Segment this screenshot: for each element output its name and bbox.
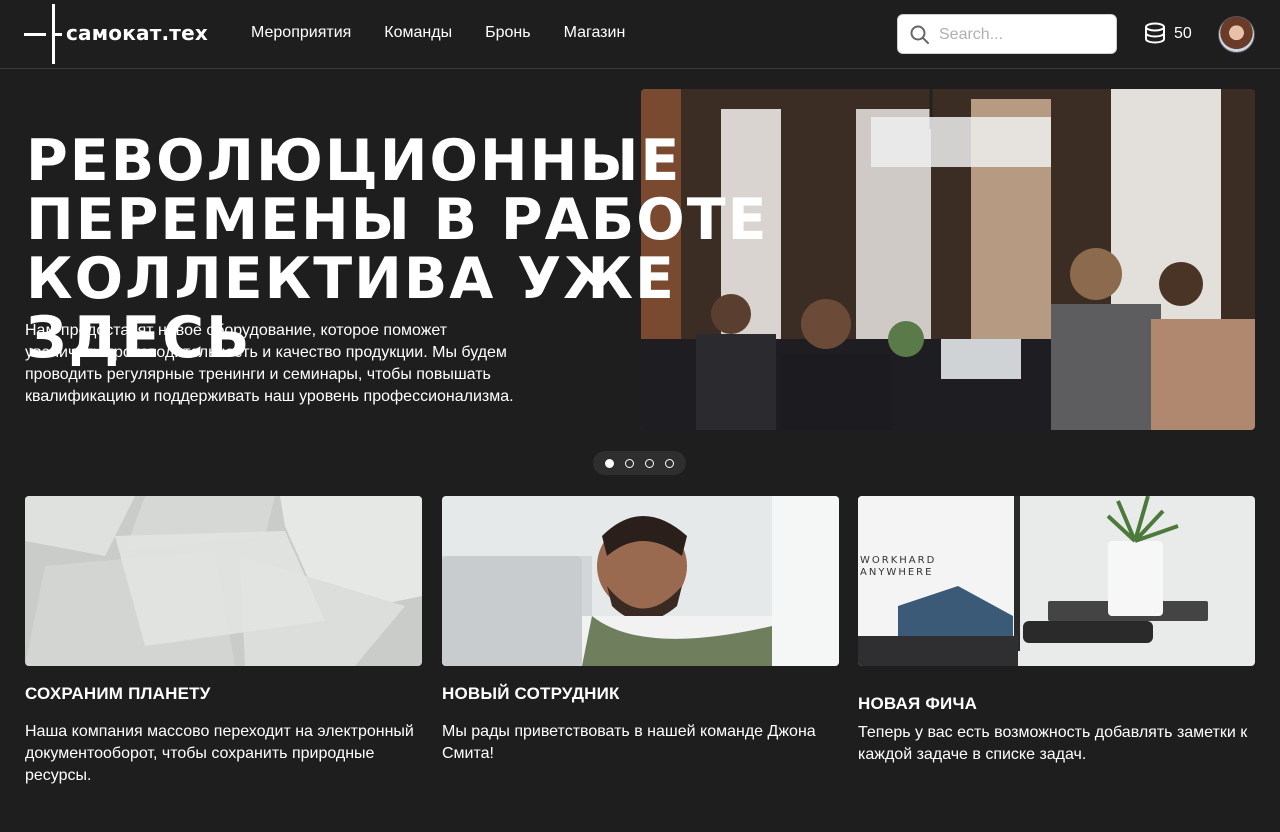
laptop-screen-caption-line1: WORKHARD: [860, 555, 936, 566]
nav-item-teams[interactable]: Команды: [384, 24, 452, 42]
top-header: самокат.тех Мероприятия Команды Бронь Ма…: [0, 0, 1280, 69]
card-title: Новый сотрудник: [442, 684, 620, 703]
hero-title-line3: коллектива уже здесь: [26, 246, 676, 371]
card-text: Теперь у вас есть возможность добавлять …: [858, 724, 1248, 763]
card-title: Новая фича: [858, 694, 978, 713]
paper-sheets-photo: [25, 496, 422, 666]
carousel-dot-1[interactable]: [605, 458, 615, 468]
coins-stack-icon: [1145, 22, 1165, 44]
laptop-desk-photo: WORKHARD ANYWHERE: [858, 496, 1255, 666]
brand-name: самокат.тех: [66, 21, 208, 45]
nav-item-booking[interactable]: Бронь: [485, 24, 530, 42]
carousel-dot-2[interactable]: [625, 458, 635, 468]
search-icon: [910, 25, 929, 44]
news-card-new-employee[interactable]: Новый сотрудник Мы рады приветствовать в…: [442, 496, 839, 765]
search-input[interactable]: [939, 23, 1109, 47]
card-text: Наша компания массово переходит на элект…: [25, 723, 414, 784]
carousel-dot-4[interactable]: [664, 458, 674, 468]
news-card-new-feature[interactable]: WORKHARD ANYWHERE Новая фича Теперь у ва…: [858, 496, 1255, 766]
card-title: Сохраним планету: [25, 684, 211, 703]
brand-logo[interactable]: самокат.тех: [24, 4, 214, 64]
new-employee-photo: [442, 496, 839, 666]
carousel-pagination: [593, 451, 686, 475]
card-image: [25, 496, 422, 666]
nav-item-shop[interactable]: Магазин: [564, 24, 626, 42]
card-image: [442, 496, 839, 666]
hero-title-line1: Революционные: [26, 128, 682, 194]
card-text: Мы рады приветствовать в нашей команде Д…: [442, 723, 816, 762]
main-nav: Мероприятия Команды Бронь Магазин: [251, 24, 658, 42]
coins-balance[interactable]: 50: [1144, 22, 1192, 46]
nav-item-events[interactable]: Мероприятия: [251, 24, 351, 42]
laptop-screen-caption-line2: ANYWHERE: [860, 567, 933, 578]
card-image: WORKHARD ANYWHERE: [858, 496, 1255, 666]
coins-value: 50: [1174, 25, 1192, 42]
carousel-dot-3[interactable]: [644, 458, 654, 468]
hero-title: Революционные перемены в работе коллекти…: [26, 132, 846, 368]
hero-title-line2: перемены в работе: [26, 187, 769, 253]
logo-mark-icon: [24, 4, 62, 64]
avatar[interactable]: [1218, 16, 1255, 53]
search-box[interactable]: [897, 14, 1117, 54]
news-card-planet[interactable]: Сохраним планету Наша компания массово п…: [25, 496, 422, 787]
